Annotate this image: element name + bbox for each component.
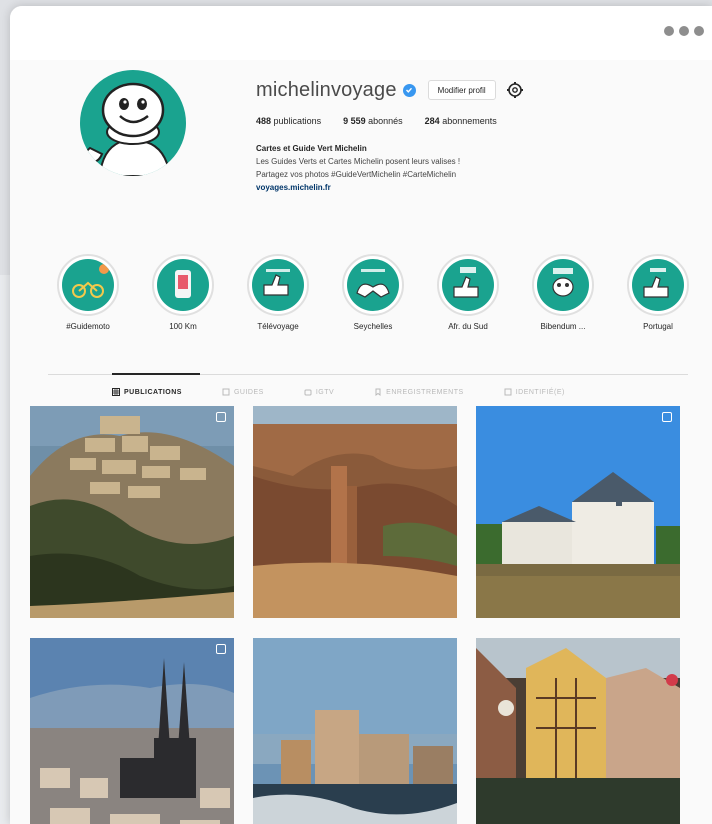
tab-guides[interactable]: GUIDES (222, 388, 264, 396)
highlight-label: 100 Km (169, 322, 197, 331)
publications-stat: 488 publications (256, 116, 322, 126)
post-thumbnail-chateau[interactable] (476, 406, 680, 618)
post-image (253, 406, 457, 618)
username: michelinvoyage (256, 78, 397, 101)
bibendum-icon (552, 268, 574, 297)
post-thumbnail-seaside-fortress[interactable] (253, 638, 457, 824)
post-image (476, 638, 680, 824)
bio-name: Cartes et Guide Vert Michelin (256, 144, 367, 153)
tab-igtv[interactable]: IGTV (304, 388, 334, 396)
highlight-item[interactable]: 100 Km (143, 254, 223, 331)
edit-profile-button[interactable]: Modifier profil (427, 80, 496, 100)
multiple-photos-icon (216, 412, 226, 422)
grid-icon (112, 388, 120, 396)
guide-icon (222, 388, 230, 396)
profile-tabs: PUBLICATIONS GUIDES IGTV ENREGISTREMENTS… (112, 388, 642, 396)
highlight-label: Seychelles (353, 322, 393, 331)
bio-link[interactable]: voyages.michelin.fr (256, 181, 676, 194)
highlight-item[interactable]: Afr. du Sud (428, 254, 508, 331)
highlight-label: #Guidemoto (66, 322, 110, 331)
profile-info: michelinvoyage Modifier profil 488 publi… (256, 76, 676, 194)
bookmark-icon (375, 388, 381, 396)
profile-bio: Cartes et Guide Vert Michelin Les Guides… (256, 142, 676, 194)
tab-tagged[interactable]: IDENTIFIÉ(E) (504, 388, 565, 396)
bio-line: Les Guides Verts et Cartes Michelin pose… (256, 157, 461, 166)
profile-avatar[interactable] (80, 70, 186, 176)
bio-line: Partagez vos photos #GuideVertMichelin #… (256, 170, 457, 179)
highlight-item[interactable]: Télévoyage (238, 254, 318, 331)
highlight-item[interactable]: Bibendum ... (523, 254, 603, 331)
tab-publications[interactable]: PUBLICATIONS (112, 388, 182, 396)
username-row: michelinvoyage Modifier profil (256, 76, 676, 104)
multiple-photos-icon (662, 412, 672, 422)
bibendum-icon (84, 82, 172, 176)
highlight-label: Bibendum ... (540, 322, 586, 331)
post-thumbnail-cathedral-city[interactable] (30, 638, 234, 824)
post-image (30, 638, 234, 824)
post-thumbnail-canyon[interactable] (253, 406, 457, 618)
post-thumbnail-half-timbered-houses[interactable] (476, 638, 680, 824)
active-tab-indicator (112, 373, 200, 375)
followers-stat[interactable]: 9 559 abonnés (343, 116, 403, 126)
motorbike-icon (72, 264, 109, 298)
posts-grid (30, 406, 682, 824)
verified-badge-icon (402, 83, 416, 97)
post-image (253, 638, 457, 824)
tag-person-icon (504, 388, 512, 396)
highlight-item[interactable]: Portugal (618, 254, 698, 331)
settings-gear-icon[interactable] (506, 81, 524, 99)
highlight-item[interactable]: #Guidemoto (48, 254, 128, 331)
post-thumbnail-hilltop-village[interactable] (30, 406, 234, 618)
story-highlights: #Guidemoto 100 Km Télévoyage Seychelles (48, 254, 698, 331)
window-topbar (10, 6, 712, 60)
highlight-label: Afr. du Sud (448, 322, 488, 331)
thumbs-up-icon (453, 267, 479, 298)
igtv-icon (304, 389, 312, 396)
highlight-label: Portugal (643, 322, 673, 331)
highlight-item[interactable]: Seychelles (333, 254, 413, 331)
thumbs-up-icon (263, 269, 290, 296)
ellipsis-icon[interactable] (664, 26, 704, 36)
heart-hands-icon (356, 269, 390, 298)
thumbs-up-icon (643, 268, 669, 298)
tab-saved[interactable]: ENREGISTREMENTS (374, 388, 464, 396)
multiple-photos-icon (216, 644, 226, 654)
phone-icon (175, 270, 191, 298)
profile-stats: 488 publications 9 559 abonnés 284 abonn… (256, 116, 676, 126)
highlight-label: Télévoyage (257, 322, 299, 331)
post-image (476, 406, 680, 618)
following-stat[interactable]: 284 abonnements (425, 116, 497, 126)
post-image (30, 406, 234, 618)
